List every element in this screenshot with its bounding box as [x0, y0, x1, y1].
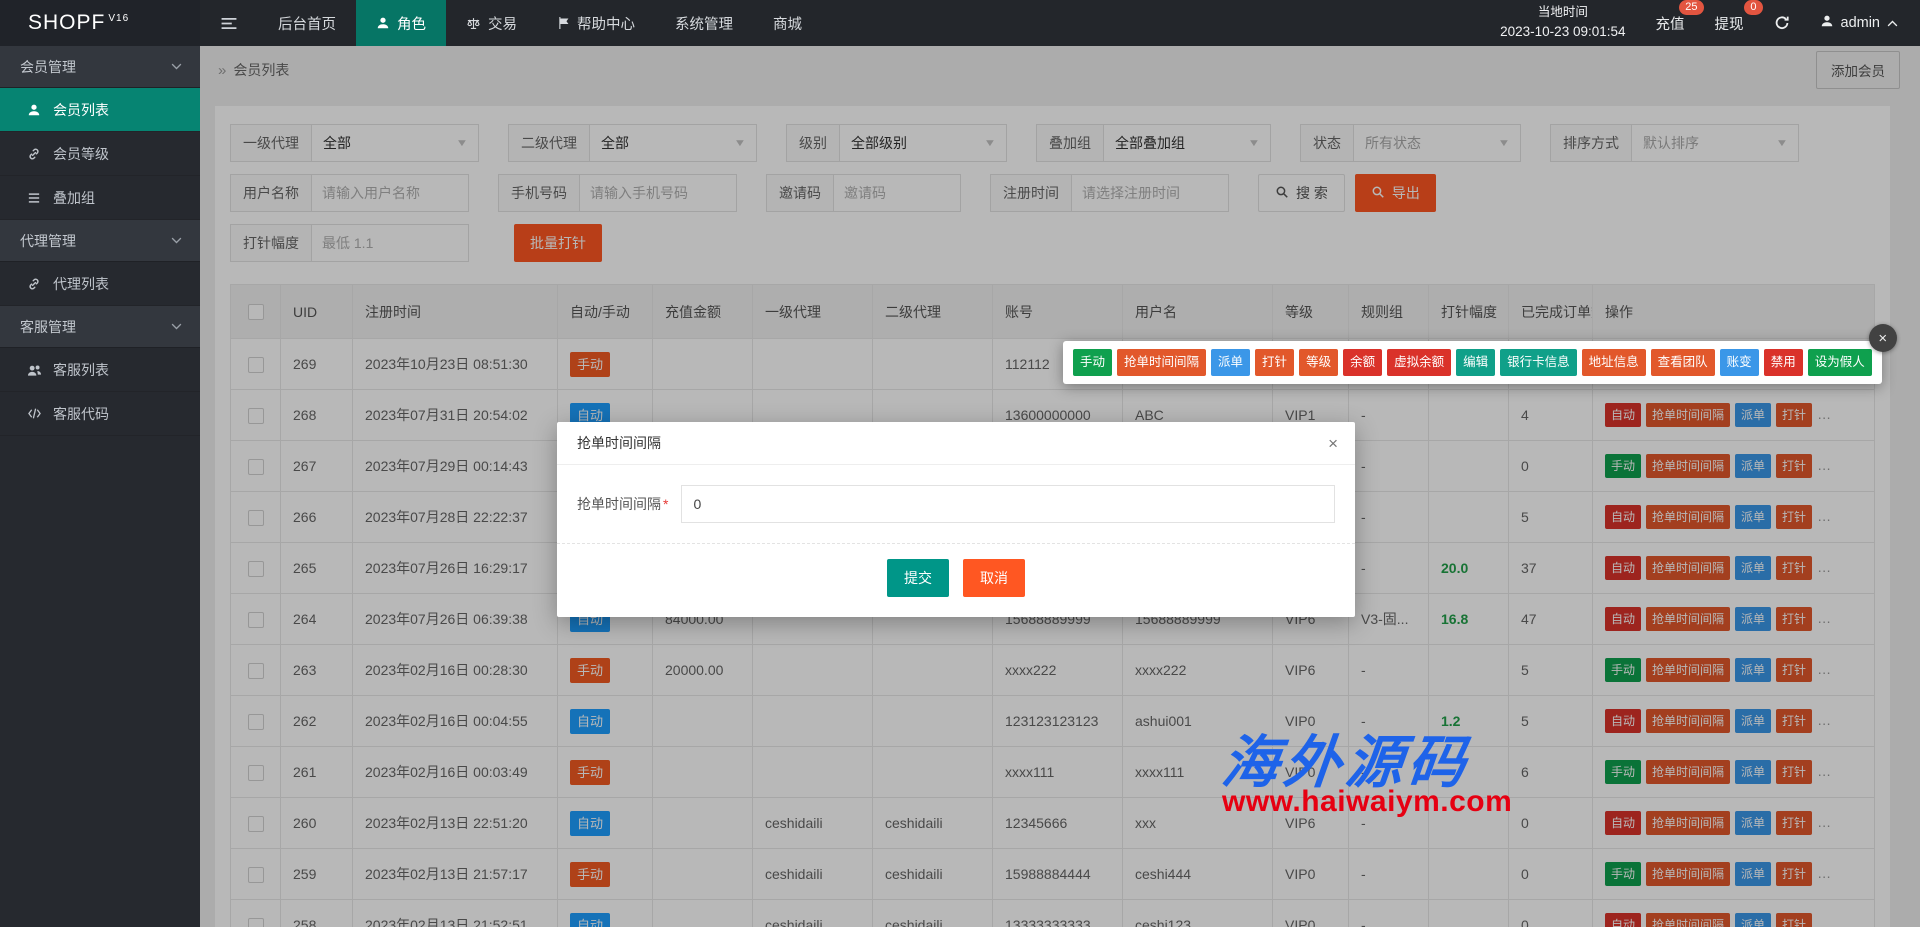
required-mark: * — [663, 496, 668, 512]
sidebar: 会员管理会员列表会员等级叠加组代理管理代理列表客服管理客服列表客服代码 — [0, 46, 200, 927]
modal-title: 抢单时间间隔 × — [557, 422, 1355, 465]
sidebar-item[interactable]: 客服列表 — [0, 348, 200, 392]
modal-close-icon[interactable]: × — [1328, 422, 1338, 465]
sidebar-item[interactable]: 会员等级 — [0, 132, 200, 176]
top-navbar: SHOPF V16 后台首页角色交易帮助中心系统管理商城 当地时间 2023-1… — [0, 0, 1920, 46]
popup-action-button[interactable]: 银行卡信息 — [1500, 349, 1577, 376]
grab-interval-modal: 抢单时间间隔 × 抢单时间间隔* 提交 取消 — [557, 422, 1355, 617]
popup-action-button[interactable]: 查看团队 — [1651, 349, 1715, 376]
sidebar-group[interactable]: 客服管理 — [0, 306, 200, 348]
link-icon — [26, 147, 42, 161]
nav-item[interactable]: 帮助中心 — [537, 0, 655, 46]
chevron-down-icon — [171, 63, 182, 70]
top-menu: 后台首页角色交易帮助中心系统管理商城 — [258, 0, 822, 46]
navbar-right: 当地时间 2023-10-23 09:01:54 充值 25 提现 0 admi… — [1500, 0, 1920, 46]
popup-action-button[interactable]: 账变 — [1720, 349, 1759, 376]
recharge-badge: 25 — [1679, 0, 1703, 15]
sidebar-item[interactable]: 客服代码 — [0, 392, 200, 436]
person-icon — [376, 16, 390, 30]
sidebar-item[interactable]: 代理列表 — [0, 262, 200, 306]
popup-close-button[interactable]: × — [1869, 324, 1897, 352]
popup-action-button[interactable]: 禁用 — [1764, 349, 1803, 376]
users-icon — [26, 363, 42, 377]
sidebar-item[interactable]: 叠加组 — [0, 176, 200, 220]
popup-action-button[interactable]: 等级 — [1299, 349, 1338, 376]
withdraw-nav-item[interactable]: 提现 0 — [1715, 13, 1744, 34]
code-icon — [26, 407, 42, 420]
flag-icon — [557, 16, 570, 30]
nav-item[interactable]: 交易 — [446, 0, 537, 46]
menu-toggle-icon[interactable] — [200, 0, 258, 46]
popup-action-button[interactable]: 设为假人 — [1808, 349, 1872, 376]
modal-field-label: 抢单时间间隔* — [577, 494, 668, 514]
link-icon — [26, 277, 42, 291]
submit-button[interactable]: 提交 — [887, 559, 949, 597]
recharge-nav-item[interactable]: 充值 25 — [1656, 13, 1685, 34]
local-time-value: 2023-10-23 09:01:54 — [1500, 22, 1625, 43]
sidebar-group[interactable]: 代理管理 — [0, 220, 200, 262]
row-actions-popup: 手动抢单时间间隔派单打针等级余额虚拟余额编辑银行卡信息地址信息查看团队账变禁用设… — [1063, 341, 1882, 384]
popup-action-button[interactable]: 抢单时间间隔 — [1117, 349, 1206, 376]
popup-action-button[interactable]: 余额 — [1343, 349, 1382, 376]
scales-icon — [466, 16, 481, 31]
nav-item[interactable]: 商城 — [753, 0, 822, 46]
person-icon — [26, 103, 42, 117]
logo-text: SHOPF — [28, 11, 105, 35]
popup-action-button[interactable]: 地址信息 — [1582, 349, 1646, 376]
popup-action-button[interactable]: 手动 — [1073, 349, 1112, 376]
sidebar-item[interactable]: 会员列表 — [0, 88, 200, 132]
username: admin — [1841, 15, 1881, 31]
nav-item[interactable]: 后台首页 — [258, 0, 356, 46]
popup-action-button[interactable]: 虚拟余额 — [1387, 349, 1451, 376]
nav-item[interactable]: 角色 — [356, 0, 446, 46]
nav-item[interactable]: 系统管理 — [655, 0, 753, 46]
user-icon — [1820, 14, 1834, 32]
grab-interval-input[interactable] — [681, 485, 1335, 523]
cancel-button[interactable]: 取消 — [963, 559, 1025, 597]
logo-version: V16 — [108, 13, 129, 24]
popup-action-button[interactable]: 编辑 — [1456, 349, 1495, 376]
local-time: 当地时间 2023-10-23 09:01:54 — [1500, 3, 1625, 43]
app-logo: SHOPF V16 — [0, 0, 200, 46]
withdraw-badge: 0 — [1744, 0, 1762, 15]
popup-action-button[interactable]: 派单 — [1211, 349, 1250, 376]
sidebar-group[interactable]: 会员管理 — [0, 46, 200, 88]
chevron-up-icon — [1887, 15, 1898, 31]
refresh-icon[interactable] — [1774, 15, 1790, 31]
chevron-down-icon — [171, 237, 182, 244]
user-menu[interactable]: admin — [1820, 14, 1899, 32]
modal-body: 抢单时间间隔* — [557, 465, 1355, 543]
modal-footer: 提交 取消 — [557, 543, 1355, 617]
list-icon — [26, 192, 42, 204]
chevron-down-icon — [171, 323, 182, 330]
local-time-label: 当地时间 — [1500, 3, 1625, 22]
popup-action-button[interactable]: 打针 — [1255, 349, 1294, 376]
